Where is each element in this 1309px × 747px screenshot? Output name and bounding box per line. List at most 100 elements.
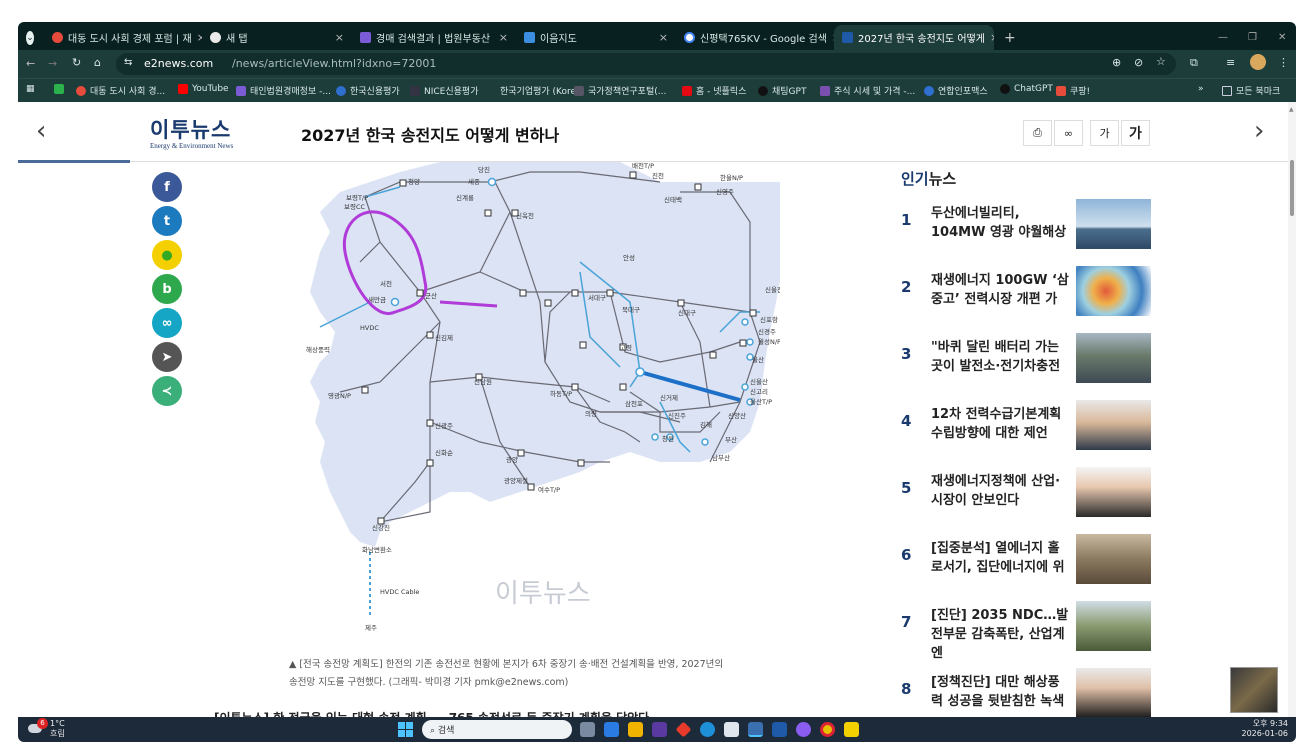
kakaotalk-icon[interactable] xyxy=(844,722,859,737)
font-decrease-button[interactable]: 가 xyxy=(1090,120,1119,146)
back-icon[interactable]: ← xyxy=(26,57,35,70)
share-icon[interactable]: ≺ xyxy=(152,376,182,406)
weather-widget[interactable]: 6 xyxy=(28,718,48,738)
app-icon[interactable] xyxy=(675,721,692,738)
minimize-icon[interactable]: — xyxy=(1210,25,1230,50)
news-thumbnail[interactable] xyxy=(1076,199,1151,249)
close-icon[interactable]: × xyxy=(659,31,668,44)
close-icon[interactable]: × xyxy=(499,31,508,44)
tab-newtab[interactable]: 새 탭 × xyxy=(202,25,352,50)
news-thumbnail[interactable] xyxy=(1076,333,1151,383)
clock[interactable]: 오후 9:34 2026-01-06 xyxy=(1232,719,1289,739)
bookmark-item[interactable]: 대동 도시 사회 경... xyxy=(76,84,165,97)
all-bookmarks-folder[interactable]: 모든 북마크 xyxy=(1222,84,1280,97)
taskbar-search[interactable]: ⌕ 검색 xyxy=(422,720,572,739)
tab-daedong[interactable]: 대동 도시 사회 경제 포럼 | 재 × xyxy=(44,25,202,50)
news-thumbnail[interactable] xyxy=(1076,467,1151,517)
new-tab-button[interactable]: + xyxy=(996,25,1020,50)
bookmark-item[interactable]: 연합인포맥스 xyxy=(924,84,988,97)
bookmark-item[interactable]: 채팅GPT xyxy=(758,84,806,97)
menu-icon[interactable]: ⋮ xyxy=(1278,56,1289,69)
news-thumbnail[interactable] xyxy=(1076,400,1151,450)
print-icon[interactable]: ⎙ xyxy=(1023,120,1052,146)
popular-news-item[interactable]: 7 [진단] 2035 NDC…발전부문 감축폭탄, 산업계엔 xyxy=(901,601,1166,661)
app-icon[interactable] xyxy=(796,722,811,737)
tab-google-search[interactable]: 신평택765KV - Google 검색× xyxy=(676,25,834,50)
next-article-chevron-icon[interactable]: › xyxy=(1254,116,1264,146)
app-icon[interactable] xyxy=(652,722,667,737)
prev-article-chevron-icon[interactable]: ‹ xyxy=(36,116,46,146)
popular-news-item[interactable]: 2 재생에너지 100GW ‘삼중고’ 전력시장 개편 가 xyxy=(901,266,1166,326)
bookmark-item[interactable]: 한국기업평가 (Kore... xyxy=(486,84,585,97)
eye-off-icon[interactable]: ⊘ xyxy=(1134,56,1143,69)
bookmark-item[interactable]: YouTube xyxy=(178,84,229,94)
bookmark-item[interactable] xyxy=(54,84,64,94)
popular-news-item[interactable]: 1 두산에너빌리티, 104MW 영광 야월해상 xyxy=(901,199,1166,259)
site-info-icon[interactable]: ⇆ xyxy=(124,57,132,68)
popular-news-item[interactable]: 6 [집중분석] 열에너지 홀로서기, 집단에너지에 위 xyxy=(901,534,1166,594)
tab-search-button[interactable]: ⌄ xyxy=(18,25,42,50)
file-explorer-icon[interactable] xyxy=(628,722,643,737)
logo-subtitle: Energy & Environment News xyxy=(150,142,234,150)
telegram-icon[interactable]: ➤ xyxy=(152,342,182,372)
app-icon[interactable] xyxy=(748,722,763,737)
bookmark-item[interactable]: 홈 - 넷플릭스 xyxy=(682,84,746,97)
facebook-icon[interactable]: f xyxy=(152,172,182,202)
copy-link-icon[interactable]: ∞ xyxy=(152,308,182,338)
map-label: 의령 xyxy=(585,409,597,418)
bookmark-item[interactable]: 한국신용평가 xyxy=(336,84,400,97)
twitter-icon[interactable]: t xyxy=(152,206,182,236)
tab-auction[interactable]: 경매 검색결과 | 법원부동산 × xyxy=(352,25,516,50)
map-label: 신영주 xyxy=(716,187,734,196)
windows-start-icon[interactable] xyxy=(398,722,413,737)
popular-news-item[interactable]: 5 재생에너지정책에 산업·시장이 안보인다 xyxy=(901,467,1166,527)
popular-news-item[interactable]: 3 "바퀴 달린 배터리 가는 곳이 발전소·전기차충전 xyxy=(901,333,1166,393)
avatar[interactable] xyxy=(1250,54,1266,70)
chrome-icon[interactable] xyxy=(820,722,835,737)
close-icon[interactable]: × xyxy=(990,31,994,44)
url-field[interactable]: ⇆ e2news.com /news/articleView.html?idxn… xyxy=(116,53,1176,75)
task-view-icon[interactable] xyxy=(580,722,595,737)
bookmark-item[interactable]: NICE신용평가 xyxy=(410,84,478,97)
band-icon[interactable]: b xyxy=(152,274,182,304)
bookmark-item[interactable]: 주식 시세 및 가격 -... xyxy=(820,84,915,97)
reload-icon[interactable]: ↻ xyxy=(72,56,81,69)
news-thumbnail[interactable] xyxy=(1076,601,1151,651)
apps-icon[interactable]: ▦ xyxy=(26,84,35,94)
page-scrollbar[interactable]: ▲ xyxy=(1288,102,1296,717)
news-thumbnail[interactable] xyxy=(1076,534,1151,584)
taskbar: 6 1°C 흐림 ⌕ 검색 오후 9:34 2026-01-06 xyxy=(18,667,1296,742)
restore-icon[interactable]: ❐ xyxy=(1240,25,1260,50)
media-icon[interactable]: ≡ xyxy=(1226,56,1235,69)
zoom-icon[interactable]: ⊕ xyxy=(1112,56,1121,69)
scrollbar-thumb[interactable] xyxy=(1290,160,1294,216)
tab-active-article[interactable]: 2027년 한국 송전지도 어떻게× xyxy=(834,25,994,50)
tab-eum-map[interactable]: 이음지도 × xyxy=(516,25,676,50)
news-thumbnail[interactable] xyxy=(1076,266,1151,316)
extensions-icon[interactable]: ⧉ xyxy=(1190,56,1198,70)
article-body-cutoff: [이투뉴스] 한 전국을 잇는 대형 송전 계획 ... 765 송전선로 등 … xyxy=(214,707,844,717)
bookmark-item[interactable]: 국가정책연구포털(... xyxy=(574,84,666,97)
font-increase-button[interactable]: 가 xyxy=(1121,120,1150,146)
forward-icon[interactable]: → xyxy=(48,57,57,70)
map-label: 신경주 xyxy=(758,327,776,336)
edge-icon[interactable] xyxy=(700,722,715,737)
news-thumbnail[interactable] xyxy=(1076,668,1151,718)
site-logo[interactable]: 이투뉴스 Energy & Environment News xyxy=(150,114,233,150)
bookmarks-overflow-icon[interactable]: » xyxy=(1198,84,1204,94)
bookmark-item[interactable]: ChatGPT xyxy=(1000,84,1053,94)
link-icon[interactable]: ∞ xyxy=(1054,120,1083,146)
kakaotalk-icon[interactable]: ● xyxy=(152,240,182,270)
home-icon[interactable]: ⌂ xyxy=(94,56,101,69)
popular-news-item[interactable]: 4 12차 전력수급기본계획 수립방향에 대한 제언 xyxy=(901,400,1166,460)
star-icon[interactable]: ☆ xyxy=(1156,55,1166,68)
floating-thumbnail[interactable] xyxy=(1230,667,1278,713)
chrome-icon xyxy=(210,32,221,43)
copilot-icon[interactable] xyxy=(604,722,619,737)
bookmark-item[interactable]: 쿠팡! xyxy=(1056,84,1090,97)
window-close-icon[interactable]: ✕ xyxy=(1270,25,1290,50)
bookmark-item[interactable]: 태인법원경매정보 -... xyxy=(236,84,331,97)
app-icon[interactable] xyxy=(772,722,787,737)
app-icon[interactable] xyxy=(724,722,739,737)
close-icon[interactable]: × xyxy=(335,31,344,44)
